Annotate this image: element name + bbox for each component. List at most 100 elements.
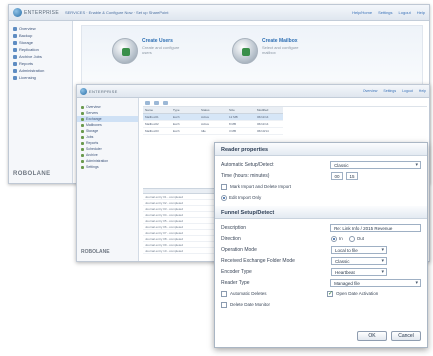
sidebar-item[interactable]: Archive Jobs bbox=[9, 53, 72, 60]
reader-type-row: Reader Type Managed file bbox=[215, 277, 427, 288]
tree-label: Overview bbox=[86, 105, 101, 109]
auto-setup-select[interactable]: Classic bbox=[330, 160, 421, 169]
direction-out-radio[interactable] bbox=[348, 235, 355, 242]
window2-tree: Overview Servers Exchange Mailboxes Stor… bbox=[77, 98, 139, 261]
exchange-select[interactable]: Classic bbox=[331, 256, 387, 265]
create-users-tile[interactable]: Create Users Create and configure users bbox=[112, 38, 182, 64]
column-header[interactable]: Name bbox=[143, 107, 171, 113]
cancel-button[interactable]: Cancel bbox=[391, 331, 421, 341]
sidebar-item[interactable]: Storage bbox=[9, 39, 72, 46]
tree-label: Exchange bbox=[86, 117, 102, 121]
tree-label: Mailboxes bbox=[86, 123, 102, 127]
direction-in-radio[interactable] bbox=[331, 235, 337, 242]
node-icon bbox=[81, 153, 84, 157]
table-row[interactable]: Mailbox01 Exch Active 12 MB 06/11/14 bbox=[143, 114, 283, 121]
top-link[interactable]: Settings bbox=[383, 89, 396, 93]
app-logo[interactable]: ENTERPRISE bbox=[80, 87, 118, 95]
sidebar-item[interactable]: Administration bbox=[9, 67, 72, 74]
mailbox-icon bbox=[232, 38, 258, 64]
sidebar-item[interactable]: Reports bbox=[9, 60, 72, 67]
description-row: Description Re: Link Info / 2015 Revenue bbox=[215, 222, 427, 233]
sidebar-label: Reports bbox=[19, 61, 34, 66]
checkbox-label: Delete Date Monitor bbox=[230, 302, 271, 307]
node-icon bbox=[81, 135, 84, 139]
top-links: Help/Home Settings Logout Help bbox=[352, 10, 425, 15]
app-logo[interactable]: ENTERPRISE bbox=[13, 8, 59, 17]
radio-label: Edit Import Only bbox=[229, 195, 262, 200]
tile-title: Create Mailbox bbox=[262, 38, 298, 44]
section-title: Funnel Setup/Detect bbox=[215, 206, 427, 219]
ok-button[interactable]: OK bbox=[357, 331, 387, 341]
sidebar-label: Overview bbox=[19, 26, 36, 31]
table-row[interactable]: Mailbox02 Exch Active 8 MB 06/11/14 bbox=[143, 121, 283, 128]
minutes-stepper[interactable]: 15 bbox=[346, 171, 358, 180]
cell: Mailbox02 bbox=[145, 122, 159, 126]
cell: Mailbox03 bbox=[145, 129, 159, 133]
encoder-select[interactable]: Heartbeat bbox=[331, 267, 387, 276]
mailbox-grid: Name Type Status Size Modified Mailbox01… bbox=[143, 107, 283, 135]
tile-title: Create Users bbox=[142, 38, 173, 44]
edit-radio[interactable] bbox=[221, 194, 227, 201]
sidebar-label: Licensing bbox=[19, 75, 36, 80]
field-label: Reader Type bbox=[221, 279, 250, 286]
node-icon bbox=[81, 147, 84, 151]
top-link[interactable]: Help bbox=[417, 10, 425, 15]
column-header[interactable]: Modified bbox=[255, 107, 283, 113]
sidebar-item[interactable]: Licensing bbox=[9, 74, 72, 81]
reader-type-select[interactable]: Managed file bbox=[330, 278, 421, 287]
folder-icon bbox=[13, 75, 17, 80]
top-link[interactable]: Logout bbox=[399, 10, 411, 15]
delete-icon[interactable] bbox=[163, 101, 168, 105]
checkbox-label: Automatic Deletes bbox=[230, 291, 267, 296]
sidebar-item[interactable]: Overview bbox=[9, 25, 72, 32]
folder-icon bbox=[13, 54, 17, 59]
auto-delete-checkbox[interactable] bbox=[221, 290, 227, 297]
top-link[interactable]: Help/Home bbox=[352, 10, 372, 15]
sidebar-item[interactable]: Replication bbox=[9, 46, 72, 53]
cell: 06/10/14 bbox=[257, 129, 269, 133]
grid-toolbar bbox=[143, 100, 427, 107]
table-row[interactable]: Mailbox03 Exch Idle 3 MB 06/10/14 bbox=[143, 128, 283, 135]
field-label: Automatic Setup/Detect bbox=[221, 161, 274, 168]
top-link[interactable]: Help bbox=[419, 89, 426, 93]
column-header[interactable]: Type bbox=[171, 107, 199, 113]
auto-setup-row: Automatic Setup/Detect Classic bbox=[215, 159, 427, 170]
top-link[interactable]: Logout bbox=[402, 89, 413, 93]
operation-row: Operation Mode Local to file bbox=[215, 244, 427, 255]
time-row: Time (hours: minutes) 00 15 bbox=[215, 170, 427, 181]
mark-checkbox[interactable] bbox=[221, 183, 227, 190]
node-icon bbox=[81, 141, 84, 145]
auto-delete-row: Automatic Deletes Open Date Activation bbox=[215, 288, 427, 299]
operation-select[interactable]: Local to file bbox=[331, 245, 387, 254]
top-link[interactable]: Settings bbox=[378, 10, 392, 15]
open-date-checkbox[interactable] bbox=[327, 290, 333, 297]
cell: 06/11/14 bbox=[257, 122, 269, 126]
node-icon bbox=[81, 123, 84, 127]
node-icon bbox=[81, 105, 84, 109]
window1-sidebar: Overview Backup Storage Replication Arch… bbox=[9, 21, 73, 183]
cell: 12 MB bbox=[229, 115, 238, 119]
refresh-icon[interactable] bbox=[145, 101, 150, 105]
column-header[interactable]: Size bbox=[227, 107, 255, 113]
top-link[interactable]: Overview bbox=[363, 89, 378, 93]
hours-stepper[interactable]: 00 bbox=[331, 171, 343, 180]
folder-icon bbox=[13, 61, 17, 66]
dialog-footer: OK Cancel bbox=[357, 331, 421, 341]
window2-header: ENTERPRISE Overview Settings Logout Help bbox=[77, 85, 429, 98]
logo-icon bbox=[13, 8, 22, 17]
tree-node[interactable]: Settings bbox=[77, 164, 138, 170]
add-icon[interactable] bbox=[154, 101, 159, 105]
delete-monitor-checkbox[interactable] bbox=[221, 301, 227, 308]
description-field[interactable]: Re: Link Info / 2015 Revenue bbox=[330, 223, 421, 232]
edit-row: Edit Import Only bbox=[215, 192, 427, 203]
exchange-row: Received Exchange Folder Mode Classic bbox=[215, 255, 427, 266]
checkbox-label: Open Date Activation bbox=[336, 291, 379, 296]
column-header[interactable]: Status bbox=[199, 107, 227, 113]
field-label: Description bbox=[221, 224, 247, 231]
reader-properties-dialog: Reader properties Automatic Setup/Detect… bbox=[214, 142, 428, 348]
folder-icon bbox=[13, 26, 17, 31]
cell: Active bbox=[201, 122, 210, 126]
create-mailbox-tile[interactable]: Create Mailbox Select and configure mail… bbox=[232, 38, 302, 64]
logo-text: ENTERPRISE bbox=[89, 88, 118, 94]
sidebar-item[interactable]: Backup bbox=[9, 32, 72, 39]
